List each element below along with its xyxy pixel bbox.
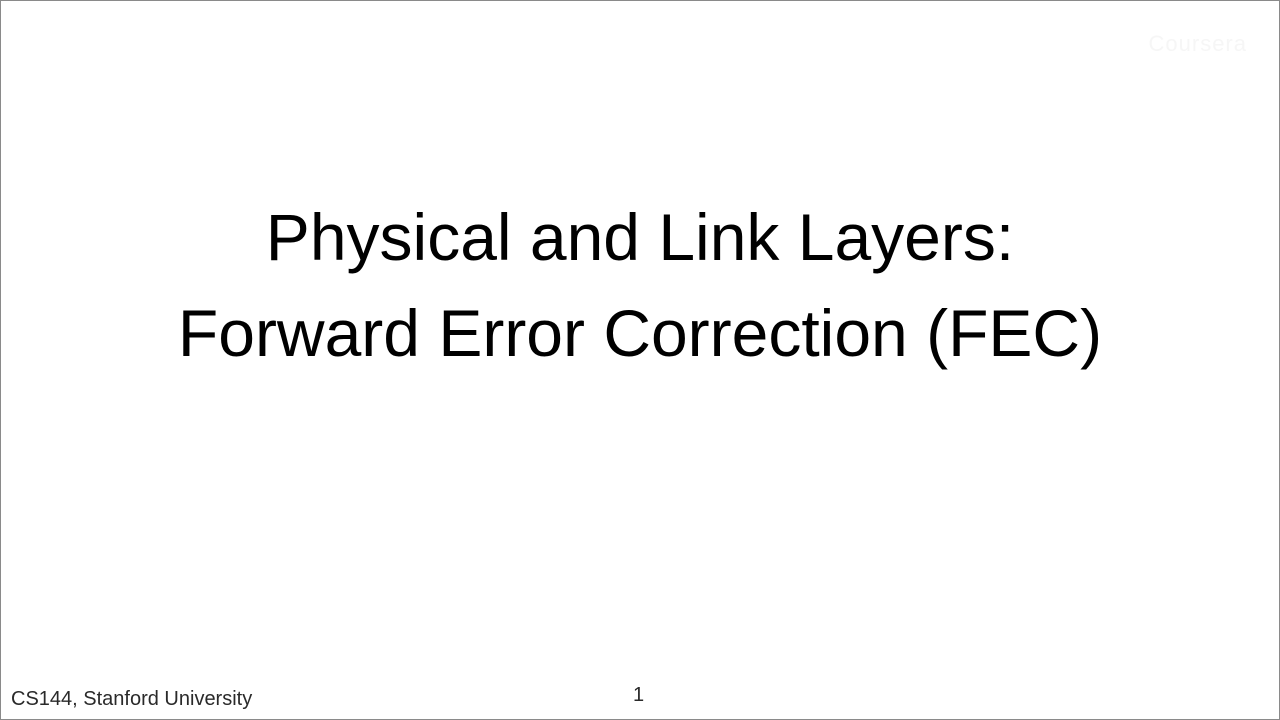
title-line-2: Forward Error Correction (FEC): [177, 296, 1103, 370]
slide: Coursera Physical and Link Layers: Forwa…: [0, 0, 1280, 720]
course-footer: CS144, Stanford University: [11, 688, 253, 710]
page-number: 1: [633, 684, 645, 706]
watermark-logo: Coursera: [1148, 31, 1247, 56]
slide-title: Physical and Link Layers: Forward Error …: [1, 189, 1279, 381]
title-line-1: Physical and Link Layers:: [265, 200, 1015, 274]
